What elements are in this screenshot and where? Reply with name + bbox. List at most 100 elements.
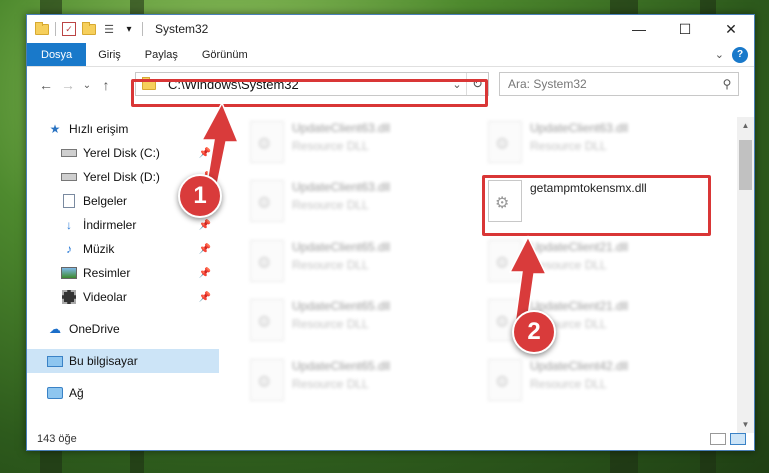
file-type: Resource DLL <box>292 139 369 153</box>
pictures-icon <box>61 266 77 280</box>
sidebar-item-label: Resimler <box>83 266 131 280</box>
dll-file-icon <box>250 180 284 222</box>
sidebar-item-local-disk-c[interactable]: Yerel Disk (C:) 📌 <box>27 141 219 165</box>
tab-share[interactable]: Paylaş <box>133 43 190 66</box>
download-arrow-icon: ↓ <box>66 218 72 232</box>
pin-icon[interactable]: 📌 <box>199 220 211 231</box>
file-name: UpdateClient63.dll <box>292 121 391 135</box>
music-note-icon: ♪ <box>66 242 72 256</box>
dll-file-icon <box>250 240 284 282</box>
file-item[interactable]: UpdateClient42.dll Resource DLL <box>488 359 708 411</box>
file-type: Resource DLL <box>292 258 369 272</box>
document-icon <box>61 194 77 208</box>
quick-access-dropdown-icon[interactable]: ▾ <box>122 22 136 36</box>
drive-icon <box>61 170 77 184</box>
sidebar-item-quick-access[interactable]: ★ Hızlı erişim <box>27 117 219 141</box>
large-icons-view-icon[interactable] <box>730 433 746 445</box>
toolbar-separator <box>142 22 143 36</box>
file-type: Resource DLL <box>530 377 607 391</box>
sidebar-item-network[interactable]: Ağ <box>27 381 219 405</box>
maximize-button[interactable]: ☐ <box>662 15 708 43</box>
pin-icon[interactable]: 📌 <box>199 244 211 255</box>
dll-file-icon <box>488 121 522 163</box>
close-button[interactable]: ✕ <box>708 15 754 43</box>
recent-locations-button[interactable]: ⌄ <box>79 74 95 96</box>
dll-file-icon <box>250 299 284 341</box>
file-item[interactable]: UpdateClient63.dll Resource DLL <box>250 121 470 173</box>
file-name: UpdateClient65.dll <box>292 299 391 313</box>
sidebar-item-label: Ağ <box>69 386 84 400</box>
file-name: UpdateClient63.dll <box>292 180 391 194</box>
item-count: 143 öğe <box>37 433 77 445</box>
new-folder-icon[interactable] <box>82 21 96 36</box>
pin-icon[interactable]: 📌 <box>199 292 211 303</box>
file-name: UpdateClient21.dll <box>530 299 629 313</box>
file-name: UpdateClient65.dll <box>292 359 391 373</box>
tab-home[interactable]: Giriş <box>86 43 133 66</box>
file-name: UpdateClient65.dll <box>292 240 391 254</box>
sidebar-item-music[interactable]: ♪ Müzik 📌 <box>27 237 219 261</box>
dll-file-icon <box>250 359 284 401</box>
address-bar-highlight <box>131 79 488 107</box>
sidebar-item-label: Yerel Disk (C:) <box>83 146 160 160</box>
sidebar-item-label: Yerel Disk (D:) <box>83 170 160 184</box>
minimize-button[interactable]: — <box>616 15 662 43</box>
dll-file-icon <box>488 240 522 282</box>
dll-file-icon <box>488 359 522 401</box>
window-title: System32 <box>155 22 209 36</box>
file-type: Resource DLL <box>530 258 607 272</box>
file-type: Resource DLL <box>292 377 369 391</box>
tab-view[interactable]: Görünüm <box>190 43 260 66</box>
sidebar-item-downloads[interactable]: ↓ İndirmeler 📌 <box>27 213 219 237</box>
search-icon[interactable]: ⚲ <box>716 77 738 91</box>
cloud-icon: ☁ <box>49 322 61 336</box>
search-input[interactable]: Ara: System32 <box>508 77 587 91</box>
sidebar-item-pictures[interactable]: Resimler 📌 <box>27 261 219 285</box>
step-1-badge: 1 <box>178 174 222 218</box>
file-item[interactable]: UpdateClient65.dll Resource DLL <box>250 359 470 411</box>
sidebar-item-label: İndirmeler <box>83 218 137 232</box>
sidebar-item-onedrive[interactable]: ☁ OneDrive <box>27 317 219 341</box>
network-icon <box>47 386 63 400</box>
title-bar: ✓ ☰ ▾ System32 — ☐ ✕ <box>27 15 754 43</box>
help-icon[interactable]: ? <box>732 46 748 63</box>
customize-toolbar-icon[interactable]: ☰ <box>102 22 116 36</box>
forward-button[interactable]: → <box>57 74 79 96</box>
file-list: UpdateClient63.dll Resource DLL UpdateCli… <box>220 117 736 427</box>
properties-icon[interactable]: ✓ <box>62 22 76 36</box>
scroll-up-icon[interactable]: ▲ <box>737 117 754 134</box>
status-bar: 143 öğe <box>27 428 754 450</box>
vertical-scrollbar[interactable]: ▲ ▼ <box>737 117 754 433</box>
file-item[interactable]: UpdateClient65.dll Resource DLL <box>250 240 470 292</box>
pin-icon[interactable]: 📌 <box>199 148 211 159</box>
expand-ribbon-icon[interactable]: ⌄ <box>715 48 724 61</box>
sidebar-item-videos[interactable]: Videolar 📌 <box>27 285 219 309</box>
file-type: Resource DLL <box>292 317 369 331</box>
file-type: Resource DLL <box>530 139 607 153</box>
file-name: UpdateClient63.dll <box>530 121 629 135</box>
search-box[interactable]: Ara: System32 ⚲ <box>499 72 739 96</box>
file-item[interactable]: UpdateClient63.dll Resource DLL <box>250 180 470 232</box>
tab-file[interactable]: Dosya <box>27 43 87 66</box>
scrollbar-thumb[interactable] <box>739 140 752 190</box>
back-button[interactable]: ← <box>35 74 57 96</box>
up-button[interactable]: ↑ <box>95 74 117 96</box>
folder-icon <box>35 21 49 36</box>
file-item[interactable]: UpdateClient21.dll Resource DLL <box>488 240 708 292</box>
file-item[interactable]: UpdateClient65.dll Resource DLL <box>250 299 470 351</box>
dll-file-icon <box>250 121 284 163</box>
details-view-icon[interactable] <box>710 433 726 445</box>
ribbon-tabs: Dosya Giriş Paylaş Görünüm ⌄ ? <box>27 43 754 67</box>
pin-icon[interactable]: 📌 <box>199 268 211 279</box>
drive-icon <box>61 146 77 160</box>
file-item[interactable]: UpdateClient63.dll Resource DLL <box>488 121 708 173</box>
sidebar-item-label: Müzik <box>83 242 115 256</box>
toolbar-separator <box>55 22 56 36</box>
sidebar-item-label: Bu bilgisayar <box>69 354 138 368</box>
video-icon <box>61 290 77 304</box>
step-2-badge: 2 <box>512 310 556 354</box>
sidebar-item-label: OneDrive <box>69 322 120 336</box>
sidebar-item-this-pc[interactable]: Bu bilgisayar <box>27 349 219 373</box>
file-name: UpdateClient21.dll <box>530 240 629 254</box>
sidebar-item-label: Hızlı erişim <box>69 122 129 136</box>
